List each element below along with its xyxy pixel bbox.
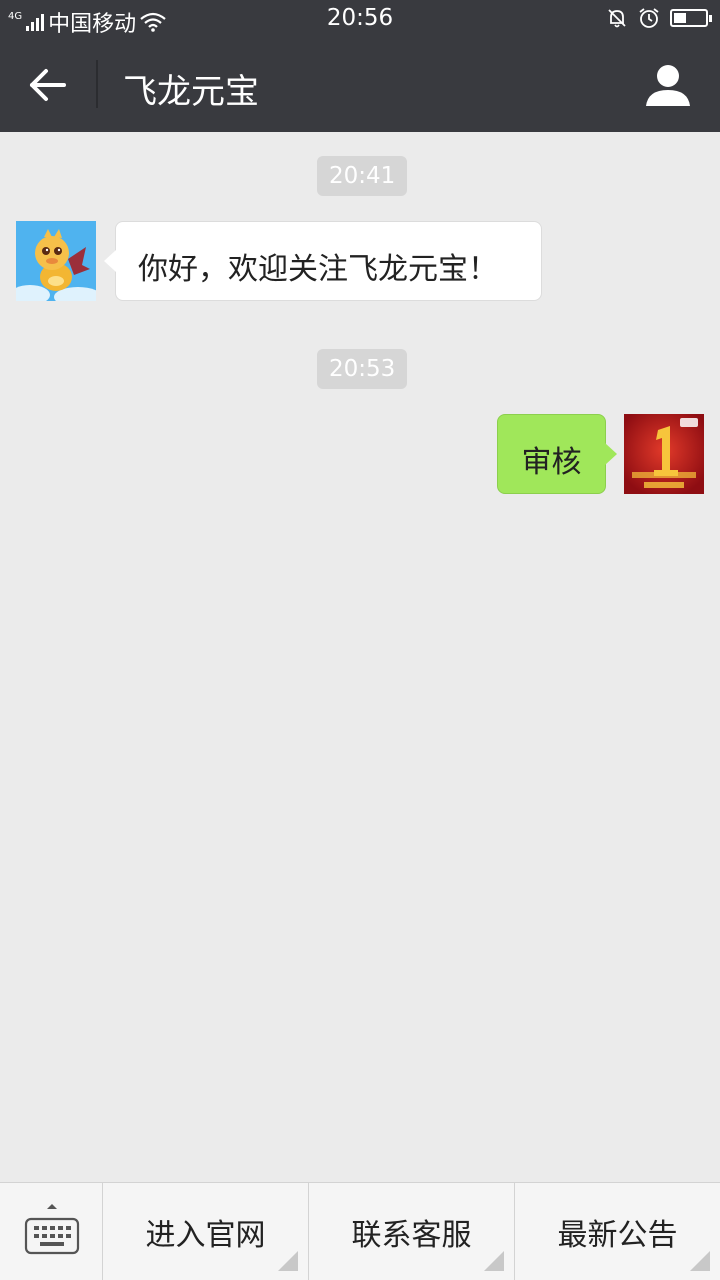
arrow-left-icon <box>30 69 66 101</box>
chat-screen: 4G 中国移动 20:56 飞龙元宝 20:41 你好，欢迎关注飞龙元宝！ 20… <box>0 0 720 1280</box>
page-title: 飞龙元宝 <box>123 72 259 112</box>
incoming-message-bubble[interactable]: 你好，欢迎关注飞龙元宝！ <box>104 221 542 301</box>
battery-icon <box>670 9 712 27</box>
menu-button-customer-service[interactable]: 联系客服 <box>309 1183 515 1280</box>
back-button[interactable] <box>18 60 78 110</box>
status-right <box>606 7 712 29</box>
menu-button-announcements[interactable]: 最新公告 <box>515 1183 720 1280</box>
my-avatar[interactable] <box>624 414 704 494</box>
header-divider <box>96 60 98 108</box>
menu-button-official-site[interactable]: 进入官网 <box>103 1183 309 1280</box>
message-text: 审核 <box>521 445 582 480</box>
menu-label: 最新公告 <box>557 1218 678 1253</box>
outgoing-message-bubble[interactable]: 审核 <box>497 414 617 494</box>
submenu-corner-icon <box>690 1251 710 1271</box>
keyboard-toggle-button[interactable] <box>0 1183 103 1280</box>
submenu-corner-icon <box>278 1251 298 1271</box>
timestamp-badge: 20:53 <box>317 349 408 389</box>
anniversary-avatar-icon <box>624 414 704 494</box>
alarm-icon <box>639 8 659 28</box>
battery-level <box>674 13 686 23</box>
menu-label: 进入官网 <box>145 1218 266 1253</box>
bell-muted-icon <box>608 9 626 28</box>
status-bar: 4G 中国移动 20:56 <box>0 0 720 38</box>
official-account-avatar[interactable] <box>16 221 96 301</box>
profile-button[interactable] <box>642 60 694 112</box>
menu-label: 联系客服 <box>351 1218 472 1253</box>
submenu-corner-icon <box>484 1251 504 1271</box>
timestamp-badge: 20:41 <box>317 156 408 196</box>
keyboard-icon <box>24 1204 80 1255</box>
header: 飞龙元宝 <box>0 38 720 132</box>
person-icon <box>646 65 690 106</box>
message-text: 你好，欢迎关注飞龙元宝！ <box>138 252 498 287</box>
bottom-menu: 进入官网 联系客服 最新公告 <box>0 1182 720 1280</box>
dragon-avatar-icon <box>16 221 96 301</box>
